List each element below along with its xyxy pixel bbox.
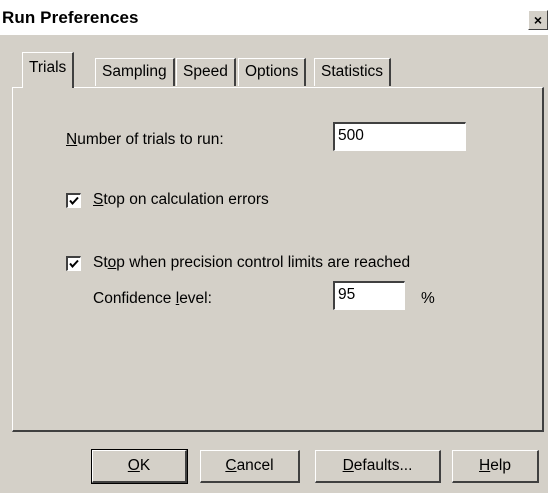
close-button[interactable]: × bbox=[528, 10, 548, 30]
tab-statistics-label: Statistics bbox=[321, 63, 384, 80]
ok-button[interactable]: OK bbox=[91, 449, 188, 484]
cancel-button[interactable]: Cancel bbox=[200, 450, 300, 483]
confidence-unit-label: % bbox=[421, 290, 435, 307]
close-icon: × bbox=[533, 12, 543, 28]
confidence-level-input[interactable]: 95 bbox=[333, 281, 405, 310]
run-preferences-dialog: Run Preferences × Sampling Speed Options… bbox=[0, 0, 548, 493]
tab-trials-label: Trials bbox=[29, 59, 67, 76]
confidence-level-value: 95 bbox=[338, 286, 356, 303]
tab-sampling[interactable]: Sampling bbox=[95, 58, 175, 86]
tab-speed-label: Speed bbox=[183, 63, 228, 80]
checkmark-icon bbox=[69, 259, 79, 269]
tab-sampling-label: Sampling bbox=[102, 63, 167, 80]
dialog-title: Run Preferences bbox=[2, 8, 139, 27]
tab-trials[interactable]: Trials bbox=[22, 52, 75, 88]
tab-options-label: Options bbox=[245, 63, 299, 80]
stop-on-precision-label[interactable]: Stop when precision control limits are r… bbox=[93, 254, 410, 272]
num-trials-value: 500 bbox=[338, 127, 364, 144]
tab-options[interactable]: Options bbox=[238, 58, 307, 86]
checkmark-icon bbox=[69, 196, 79, 206]
tab-statistics[interactable]: Statistics bbox=[314, 58, 392, 86]
tab-speed[interactable]: Speed bbox=[176, 58, 236, 86]
stop-on-precision-checkbox[interactable] bbox=[66, 256, 81, 271]
confidence-level-label: Confidence level: bbox=[93, 290, 212, 307]
stop-on-errors-checkbox[interactable] bbox=[66, 193, 81, 208]
num-trials-input[interactable]: 500 bbox=[333, 122, 466, 151]
defaults-button[interactable]: Defaults... bbox=[315, 450, 441, 483]
stop-on-errors-label[interactable]: Stop on calculation errors bbox=[93, 191, 269, 209]
help-button[interactable]: Help bbox=[452, 450, 539, 483]
num-trials-label: Number of trials to run: bbox=[66, 131, 224, 148]
title-bar: Run Preferences × bbox=[0, 0, 548, 36]
